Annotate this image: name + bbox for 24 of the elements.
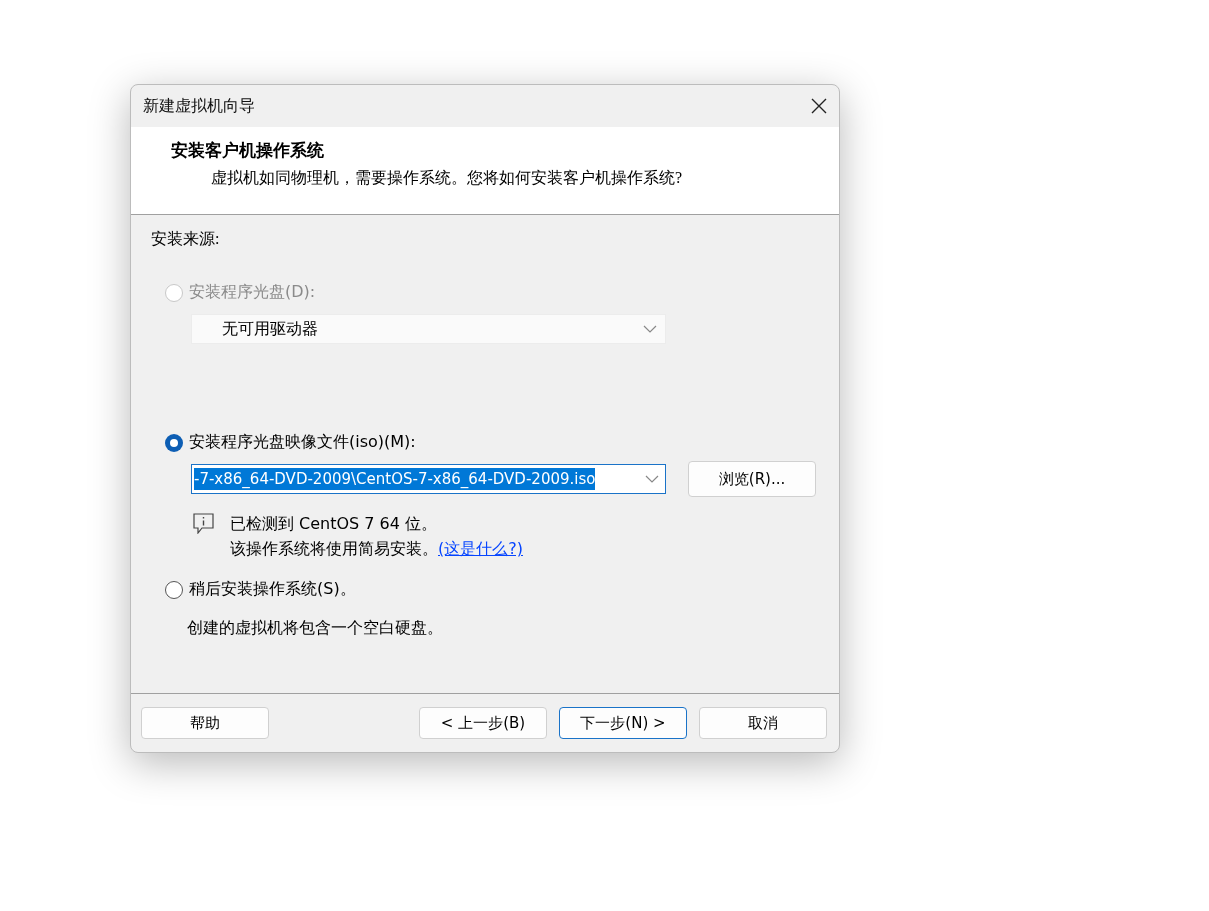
help-button[interactable]: 帮助 <box>141 707 269 739</box>
radio-label[interactable]: 稍后安装操作系统(S)。 <box>189 579 356 600</box>
cancel-button[interactable]: 取消 <box>699 707 827 739</box>
close-icon[interactable] <box>811 98 827 114</box>
dropdown-value: 无可用驱动器 <box>222 318 318 339</box>
iso-path-field[interactable]: -7-x86_64-DVD-2009\CentOS-7-x86_64-DVD-2009.iso <box>191 464 666 494</box>
back-button[interactable]: < 上一步(B) <box>419 707 547 739</box>
radio-button[interactable] <box>165 433 183 452</box>
page-heading: 安装客户机操作系统 <box>171 140 325 162</box>
easy-install-message: 该操作系统将使用简易安装。 <box>230 539 438 558</box>
chevron-down-icon[interactable] <box>645 475 659 483</box>
browse-button[interactable]: 浏览(R)... <box>688 461 816 497</box>
detection-message: 已检测到 CentOS 7 64 位。 <box>230 513 439 535</box>
section-label: 安装来源: <box>151 229 220 249</box>
next-button[interactable]: 下一步(N) > <box>559 707 687 739</box>
radio-button[interactable] <box>165 580 183 599</box>
path-text: -7-x86_64-DVD-2009\CentOS-7-x86_64-DVD-2009.iso <box>194 468 596 490</box>
option-note: 创建的虚拟机将包含一个空白硬盘。 <box>187 618 443 639</box>
page-description: 虚拟机如同物理机，需要操作系统。您将如何安装客户机操作系统? <box>210 168 684 188</box>
chevron-down-icon[interactable] <box>643 325 657 333</box>
window-title: 新建虚拟机向导 <box>143 95 255 117</box>
help-link[interactable]: (这是什么?) <box>438 539 523 558</box>
info-message-icon <box>193 513 214 534</box>
radio-label[interactable]: 安装程序光盘映像文件(iso)(M): <box>189 432 416 453</box>
